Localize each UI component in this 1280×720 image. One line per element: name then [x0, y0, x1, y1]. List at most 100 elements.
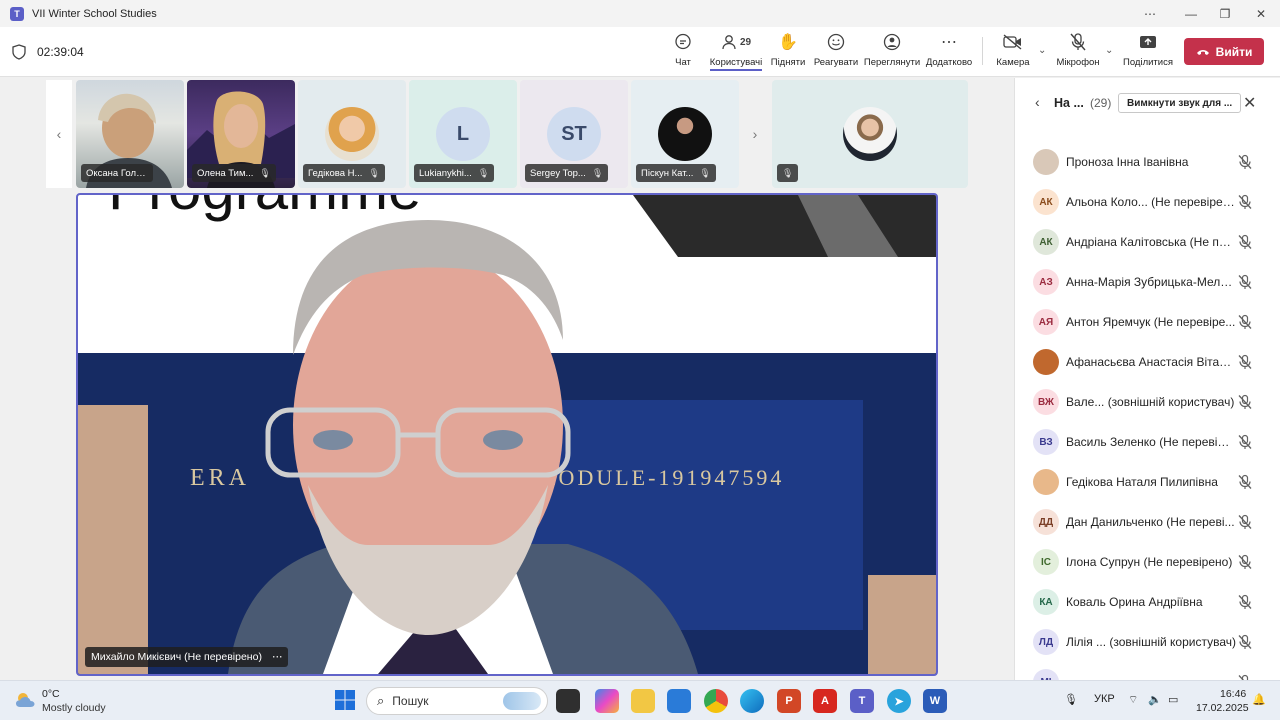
word-icon[interactable]: W [923, 689, 947, 713]
gallery-prev-button[interactable]: ‹ [46, 80, 72, 188]
participant-tile[interactable]: Олена Тим... 🎙 [187, 80, 295, 188]
mute-all-button[interactable]: Вимкнути звук для ... [1118, 93, 1242, 113]
task-view-icon[interactable] [556, 689, 580, 713]
mic-off-icon [1238, 554, 1252, 569]
weather-desc[interactable]: Mostly cloudy [42, 702, 106, 714]
participant-row[interactable]: ДД Дан Данильченко (Не переві... [1015, 502, 1280, 542]
language-indicator[interactable]: УКР [1094, 693, 1115, 705]
acrobat-icon[interactable]: A [813, 689, 837, 713]
mic-off-icon: 🎙 [591, 167, 604, 178]
copilot-icon[interactable] [595, 689, 619, 713]
share-icon [1139, 31, 1157, 53]
mic-off-icon [1238, 594, 1252, 609]
mic-off-icon [1238, 314, 1252, 329]
participant-name: Альона Коло... (Не перевірено) [1066, 195, 1236, 209]
participant-tile[interactable]: Оксана Головк... [76, 80, 184, 188]
participant-row[interactable]: КА Коваль Орина Андріївна [1015, 582, 1280, 622]
participants-panel: ‹ На ... (29) Вимкнути звук для ... ✕ Пр… [1014, 78, 1280, 680]
chat-button[interactable]: Чат [668, 31, 698, 73]
participant-name: Коваль Орина Андріївна [1066, 595, 1203, 609]
avatar [1033, 149, 1059, 175]
teams-taskbar-icon[interactable]: T [850, 689, 874, 713]
participant-tile[interactable]: L Lukianykhi... 🎙 [409, 80, 517, 188]
participant-row[interactable]: Афанасьєва Анастасія Віталії... [1015, 342, 1280, 382]
mic-off-icon [1070, 31, 1086, 53]
avatar: АК [1033, 189, 1059, 215]
maximize-button[interactable]: ❐ [1208, 0, 1242, 27]
more-options-icon[interactable]: ⋯ [1133, 0, 1167, 27]
camera-options-chevron-icon[interactable]: ⌄ [1038, 45, 1046, 56]
avatar: АЗ [1033, 269, 1059, 295]
avatar: ST [547, 107, 601, 161]
participant-row[interactable]: АЗ Анна-Марія Зубрицька-Мель... [1015, 262, 1280, 302]
participant-row[interactable]: ІС Ілона Супрун (Не перевірено) [1015, 542, 1280, 582]
participant-row[interactable]: АК Андріана Калітовська (Не пере... [1015, 222, 1280, 262]
participant-row[interactable]: АК Альона Коло... (Не перевірено) [1015, 182, 1280, 222]
speaker-name-badge: Михайло Микієвич (Не перевірено) ⋯ [85, 647, 289, 667]
speaker-icon[interactable]: 🔈 [1148, 693, 1162, 706]
participant-row[interactable]: ВЖ Вале... (зовнішній користувач) [1015, 382, 1280, 422]
participant-row[interactable]: ВЗ Василь Зеленко (Не перевіре... [1015, 422, 1280, 462]
wifi-icon[interactable]: ⌔ [1128, 693, 1138, 707]
self-view-tile[interactable]: 🎙 [772, 80, 968, 188]
participant-name: Лілія ... (зовнішній користувач) [1066, 635, 1236, 649]
close-window-button[interactable]: ✕ [1244, 0, 1278, 27]
camera-button[interactable]: Камера [995, 31, 1031, 73]
mic-button[interactable]: Мікрофон [1055, 31, 1101, 73]
view-button[interactable]: Переглянути [864, 31, 920, 73]
participant-tile[interactable]: Гедікова Н... 🎙 [298, 80, 406, 188]
panel-header: ‹ На ... (29) Вимкнути звук для ... ✕ [1015, 78, 1280, 126]
mic-options-chevron-icon[interactable]: ⌄ [1105, 45, 1113, 56]
people-button[interactable]: 29 Користувачі [708, 31, 764, 73]
participant-row[interactable]: МІ [1015, 662, 1280, 680]
back-chevron-icon[interactable]: ‹ [1035, 94, 1040, 110]
mic-off-icon [1238, 354, 1252, 369]
participant-tile[interactable]: Піскун Кат... 🎙 [631, 80, 739, 188]
mic-off-icon: 🎙 [368, 167, 380, 178]
share-button[interactable]: Поділитися [1122, 31, 1174, 73]
battery-icon[interactable]: ▭ [1168, 693, 1178, 706]
notification-bell-icon[interactable]: 🔔 [1252, 693, 1266, 706]
chat-icon [674, 31, 692, 53]
search-icon: ⌕ [377, 693, 385, 708]
taskbar-search[interactable]: ⌕ Пошук [366, 687, 548, 715]
raise-hand-button[interactable]: ✋ Підняти [770, 31, 806, 73]
clock-date[interactable]: 17.02.2025 [1196, 702, 1249, 714]
speaker-video-feed: ERA MODULE-191947594 Programme [78, 195, 936, 674]
speaker-more-icon[interactable]: ⋯ [272, 651, 283, 663]
participant-name: Ілона Супрун (Не перевірено) [1066, 555, 1233, 569]
main-speaker-video[interactable]: ERA MODULE-191947594 Programme Михайло М… [76, 193, 938, 676]
participant-row[interactable]: Гедікова Наталя Пилипівна [1015, 462, 1280, 502]
minimize-button[interactable]: — [1174, 0, 1208, 27]
edge-icon[interactable] [740, 689, 764, 713]
chrome-icon[interactable] [704, 689, 728, 713]
avatar [1033, 349, 1059, 375]
leave-button[interactable]: Вийти [1184, 38, 1264, 65]
avatar: ДД [1033, 509, 1059, 535]
react-button[interactable]: Реагувати [813, 31, 859, 73]
close-panel-icon[interactable]: ✕ [1243, 93, 1256, 113]
avatar: ІС [1033, 549, 1059, 575]
mic-off-icon [1238, 274, 1252, 289]
mic-muted-tray-icon[interactable]: 🎙 [1064, 693, 1078, 706]
participant-row[interactable]: ЛД Лілія ... (зовнішній користувач) [1015, 622, 1280, 662]
slide-text: ERA [190, 465, 250, 491]
clock-time[interactable]: 16:46 [1220, 688, 1246, 700]
store-icon[interactable] [667, 689, 691, 713]
mic-off-icon [1238, 154, 1252, 169]
powerpoint-icon[interactable]: P [777, 689, 801, 713]
weather-temp[interactable]: 0°C [42, 688, 60, 700]
chevron-right-icon: › [752, 126, 758, 142]
gallery-next-button[interactable]: › [742, 80, 768, 188]
participant-row[interactable]: АЯ Антон Яремчук (Не перевіре... [1015, 302, 1280, 342]
participant-name: Вале... (зовнішній користувач) [1066, 395, 1235, 409]
telegram-icon[interactable]: ➤ [887, 689, 911, 713]
meeting-toolbar: 02:39:04 Чат 29 Користувачі ✋ Підняти Ре… [0, 27, 1280, 77]
participant-name: Гедікова Н... [308, 167, 363, 179]
participant-tile[interactable]: ST Sergey Top... 🎙 [520, 80, 628, 188]
windows-start-icon[interactable] [334, 689, 356, 711]
file-explorer-icon[interactable] [631, 689, 655, 713]
more-button[interactable]: ⋯ Додатково [924, 31, 974, 73]
participant-name: Василь Зеленко (Не перевіре... [1066, 435, 1236, 449]
participant-row[interactable]: Проноза Інна Іванівна [1015, 142, 1280, 182]
